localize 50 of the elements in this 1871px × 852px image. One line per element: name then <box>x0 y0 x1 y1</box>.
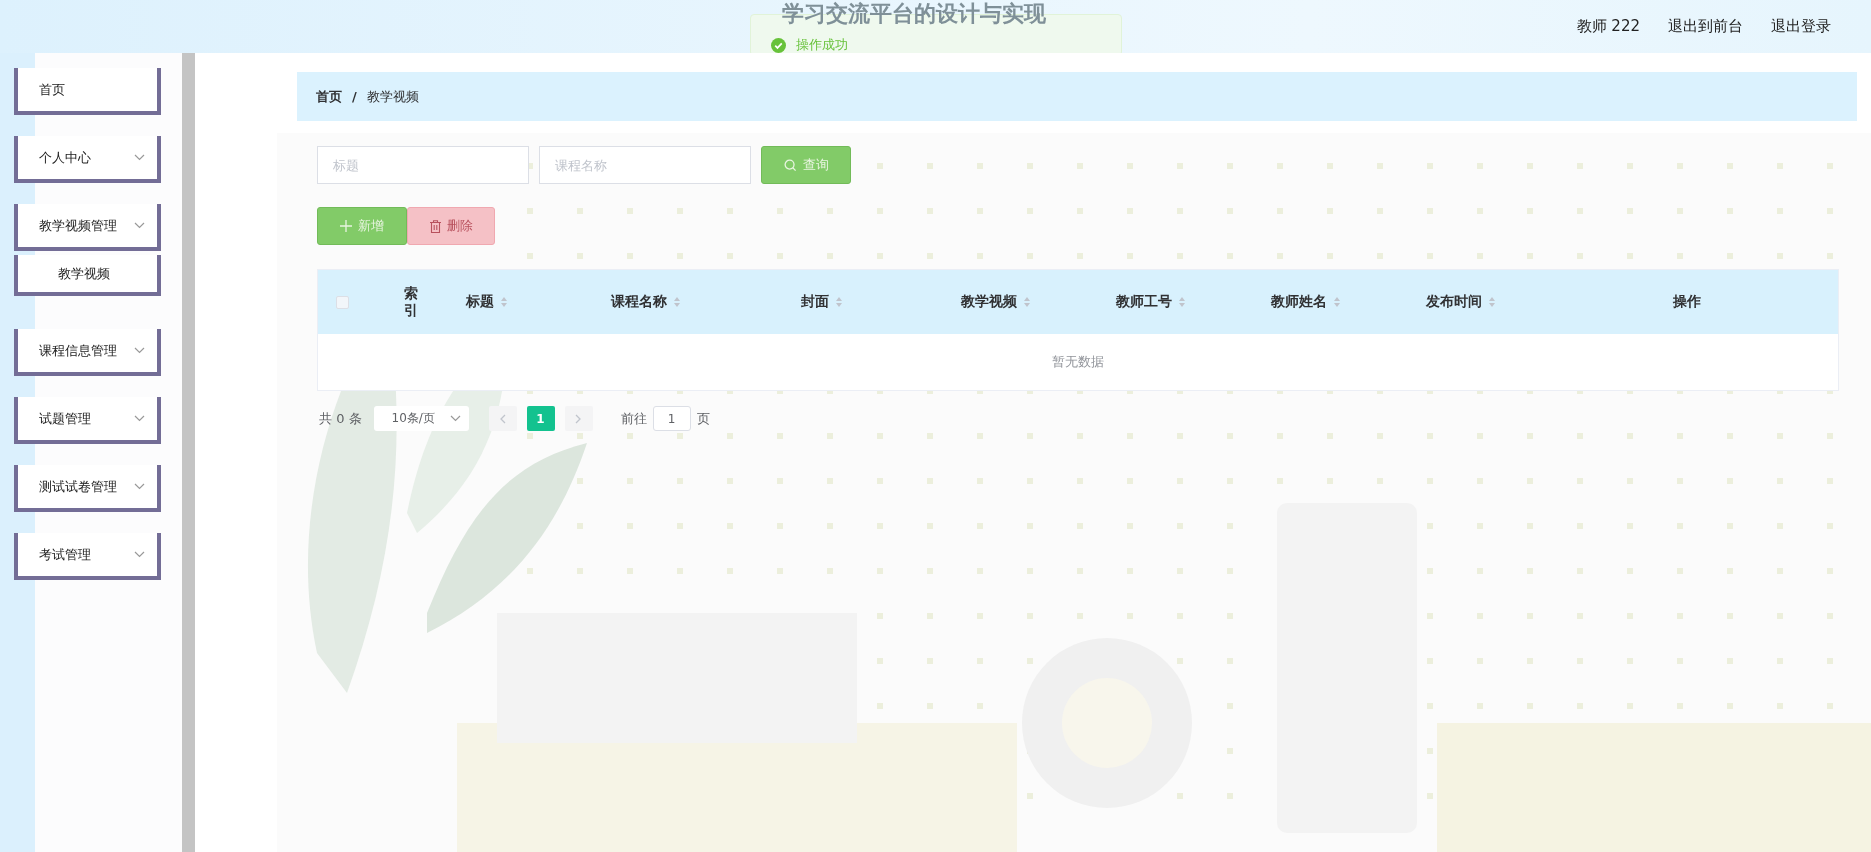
sort-icon[interactable] <box>673 296 681 308</box>
sort-icon[interactable] <box>1023 296 1031 308</box>
prev-page-button[interactable] <box>488 406 517 431</box>
goto-page-field[interactable]: 1 <box>652 406 691 431</box>
chevron-right-icon <box>575 413 583 424</box>
toast-message: 操作成功 <box>796 36 848 54</box>
chevron-down-icon <box>449 415 461 422</box>
column-header[interactable]: 教师工号 <box>1106 293 1261 311</box>
sidebar-item[interactable]: 试题管理 <box>14 397 161 444</box>
total-count: 共 0 条 <box>319 409 362 428</box>
sidebar-item[interactable]: 个人中心 <box>14 136 161 183</box>
column-header[interactable]: 标题 <box>456 293 601 311</box>
search-field[interactable]: 标题 <box>317 146 529 184</box>
sidebar-item[interactable]: 课程信息管理 <box>14 329 161 376</box>
header-link[interactable]: 退出到前台 <box>1668 17 1743 36</box>
goto-label: 前往 <box>620 409 647 428</box>
scrollbar[interactable] <box>182 53 195 852</box>
next-page-button[interactable] <box>564 406 593 431</box>
breadcrumb-separator: / <box>352 89 357 104</box>
select-all-checkbox[interactable] <box>335 295 349 309</box>
column-header: 索引 <box>404 285 418 319</box>
sort-icon[interactable] <box>500 296 508 308</box>
breadcrumb-item[interactable]: 教学视频 <box>366 87 419 106</box>
breadcrumb-item[interactable]: 首页 <box>316 87 342 106</box>
trash-icon <box>429 219 441 233</box>
sidebar-item[interactable]: 首页 <box>14 68 161 115</box>
header-link[interactable]: 教师 222 <box>1576 17 1640 36</box>
sort-icon[interactable] <box>1488 296 1496 308</box>
column-header[interactable]: 课程名称 <box>601 293 791 311</box>
sidebar-item[interactable]: 测试试卷管理 <box>14 465 161 512</box>
sort-icon[interactable] <box>835 296 843 308</box>
page-suffix: 页 <box>696 409 710 428</box>
plus-icon <box>340 220 352 232</box>
sort-icon[interactable] <box>1178 296 1186 308</box>
column-header[interactable]: 教学视频 <box>951 293 1106 311</box>
sidebar-item[interactable]: 考试管理 <box>14 533 161 580</box>
sidebar-subitem[interactable]: 教学视频 <box>14 255 161 296</box>
empty-message: 暂无数据 <box>1051 353 1105 371</box>
header-link[interactable]: 退出登录 <box>1771 17 1831 36</box>
column-header[interactable]: 发布时间 <box>1416 293 1536 311</box>
column-header: 操作 <box>1672 293 1702 311</box>
column-header[interactable]: 教师姓名 <box>1261 293 1416 311</box>
sort-icon[interactable] <box>1333 296 1341 308</box>
page-size-select[interactable]: 10条/页 <box>373 406 469 431</box>
sidebar-item[interactable]: 教学视频管理 <box>14 204 161 251</box>
search-icon <box>783 158 797 172</box>
search-field[interactable]: 课程名称 <box>539 146 751 184</box>
site-title: 学习交流平台的设计与实现 <box>782 1 1046 27</box>
chevron-left-icon <box>499 413 507 424</box>
column-header[interactable]: 封面 <box>791 293 951 311</box>
